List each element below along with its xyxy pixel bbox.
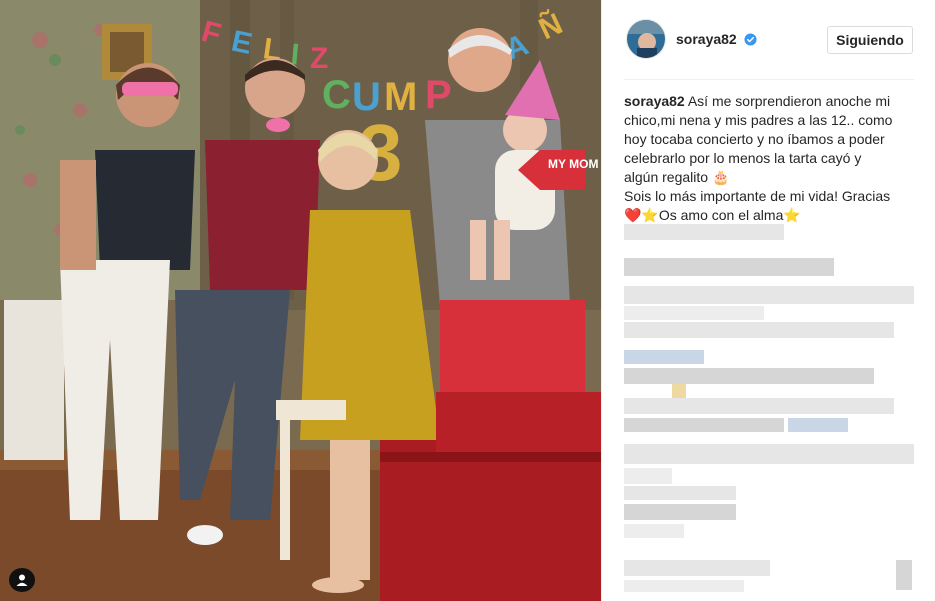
- comment-blur: [624, 580, 744, 592]
- comment-blur: [624, 524, 684, 538]
- comment-blur: [788, 418, 848, 432]
- header-divider: [624, 79, 914, 80]
- comment-blur: [624, 504, 736, 520]
- comment-blur: [624, 560, 770, 576]
- avatar-image: [627, 20, 665, 58]
- comment-blur: [624, 418, 784, 432]
- caption-line: soraya82 Así me sorprendieron anoche mi: [624, 93, 891, 109]
- comment-blur: [624, 258, 834, 276]
- avatar[interactable]: [626, 19, 666, 59]
- post-header: soraya82 Siguiendo: [602, 0, 935, 80]
- following-button[interactable]: Siguiendo: [827, 26, 913, 54]
- comment-blur: [896, 560, 912, 590]
- svg-text:C: C: [322, 73, 351, 117]
- comment-blur: [672, 384, 686, 398]
- comment-blur: [624, 350, 704, 364]
- comment-blur: [624, 368, 874, 384]
- comment-blur: [624, 398, 894, 414]
- user-tag-button[interactable]: [9, 568, 35, 592]
- caption-line: ❤️⭐Os amo con el alma⭐: [624, 207, 801, 223]
- comment-blur: [624, 486, 736, 500]
- verified-badge-icon: [744, 33, 757, 46]
- caption-line: Sois lo más importante de mi vida! Graci…: [624, 188, 891, 204]
- caption-line: chico,mi nena y mis padres a las 12.. co…: [624, 112, 893, 128]
- comment-blur: [624, 444, 914, 464]
- comment-blur: [624, 468, 672, 484]
- post-photo[interactable]: F E L I Z C U M P A Ñ 3 MY MOM: [0, 0, 601, 601]
- comment-blur: [624, 322, 894, 338]
- comment-blur: [624, 224, 784, 240]
- username[interactable]: soraya82: [676, 31, 737, 47]
- caption-line: celebrarlo por lo menos la tarta cayó y: [624, 150, 862, 166]
- svg-text:P: P: [425, 73, 452, 117]
- user-tag-icon: [16, 574, 28, 586]
- post-details-panel: soraya82 Siguiendo soraya82 Así me sorpr…: [601, 0, 935, 601]
- post-caption: soraya82 Así me sorprendieron anoche mi …: [624, 92, 920, 225]
- sign-text: MY MOM: [548, 157, 598, 171]
- family-birthday-photo: F E L I Z C U M P A Ñ 3 MY MOM: [0, 0, 601, 601]
- svg-text:Z: Z: [310, 42, 328, 75]
- caption-line: hoy tocaba concierto y no íbamos a poder: [624, 131, 885, 147]
- caption-username[interactable]: soraya82: [624, 93, 685, 109]
- caption-line: algún regalito 🎂: [624, 169, 730, 185]
- comment-blur: [624, 306, 764, 320]
- comment-blur: [624, 286, 914, 304]
